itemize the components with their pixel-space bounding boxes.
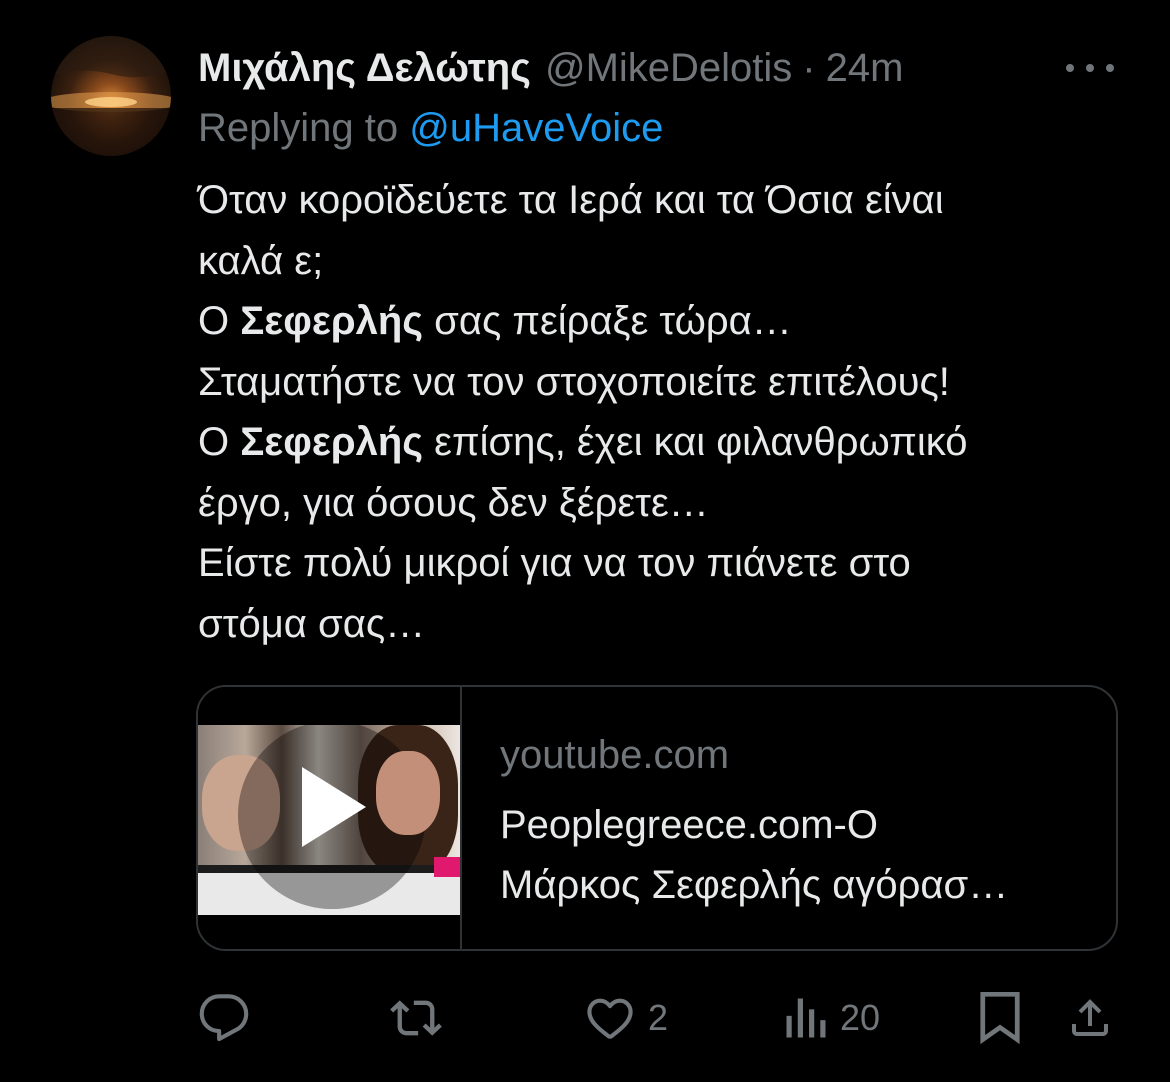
- card-text[interactable]: youtube.com Peoplegreece.com-Ο Μάρκος Σε…: [462, 687, 1080, 949]
- text-segment: επίσης, έχει και φιλανθρωπικό: [423, 420, 968, 464]
- bold-name: Σεφερλής: [240, 299, 424, 343]
- link-preview-card[interactable]: youtube.com Peoplegreece.com-Ο Μάρκος Σε…: [196, 685, 1118, 951]
- replying-to: Replying to @uHaveVoice: [198, 106, 663, 151]
- reply-mention-link[interactable]: @uHaveVoice: [409, 106, 663, 150]
- tweet-text: Όταν κοροϊδεύετε τα Ιερά και τα Όσια είν…: [198, 170, 1128, 654]
- card-domain: youtube.com: [500, 733, 730, 777]
- like-button[interactable]: 2: [584, 988, 668, 1048]
- retweet-icon: [390, 1000, 442, 1036]
- action-bar: 2 20: [0, 988, 1170, 1048]
- tweet-text-line: Όταν κοροϊδεύετε τα Ιερά και τα Όσια είν…: [198, 178, 944, 222]
- views-button[interactable]: 20: [784, 988, 880, 1048]
- bold-name: Σεφερλής: [240, 420, 424, 464]
- tweet-text-line: Σταματήστε να τον στοχοποιείτε επιτέλους…: [198, 359, 950, 404]
- tweet-text-line: καλά ε;: [198, 238, 324, 283]
- text-segment: σας πείραξε τώρα…: [423, 299, 792, 343]
- reply-icon: [199, 994, 249, 1042]
- views-count: 20: [840, 997, 881, 1038]
- bookmark-icon: [980, 991, 1020, 1045]
- display-name[interactable]: Μιχάλης Δελώτης: [198, 46, 531, 91]
- tweet-header: Μιχάλης Δελώτης @MikeDelotis · 24m: [198, 40, 903, 96]
- avatar[interactable]: [51, 36, 171, 156]
- tweet-text-line: έργο, για όσους δεν ξέρετε…: [198, 480, 709, 525]
- more-icon[interactable]: [1066, 60, 1114, 76]
- separator-dot: ·: [802, 45, 816, 90]
- avatar-sunset-image: [51, 36, 171, 156]
- text-segment: Ο: [198, 420, 241, 464]
- user-handle[interactable]: @MikeDelotis: [545, 46, 792, 91]
- share-icon: [1072, 999, 1108, 1036]
- retweet-button[interactable]: [388, 988, 456, 1048]
- like-count: 2: [648, 997, 669, 1038]
- share-button[interactable]: [1066, 988, 1114, 1048]
- card-title-line: Peoplegreece.com-Ο: [500, 803, 878, 847]
- card-title: Peoplegreece.com-Ο Μάρκος Σεφερλής αγόρα…: [500, 795, 1080, 915]
- tweet-text-line: Είστε πολύ μικροί για να τον πιάνετε στο: [198, 541, 911, 585]
- tweet[interactable]: Μιχάλης Δελώτης @MikeDelotis · 24m Reply…: [0, 0, 1170, 1082]
- tweet-text-line: Ο Σεφερλής επίσης, έχει και φιλανθρωπικό: [198, 412, 1128, 473]
- tweet-text-line: Ο Σεφερλής σας πείραξε τώρα…: [198, 291, 1128, 352]
- views-icon: [786, 998, 826, 1038]
- tweet-text-line: στόμα σας…: [198, 601, 426, 646]
- text-segment: Ο: [198, 299, 241, 343]
- card-title-line: Μάρκος Σεφερλής αγόρασ…: [500, 863, 1009, 907]
- timestamp[interactable]: 24m: [826, 46, 904, 91]
- bookmark-button[interactable]: [978, 988, 1022, 1048]
- replying-to-label: Replying to: [198, 106, 399, 150]
- reply-button[interactable]: [198, 988, 250, 1048]
- video-thumbnail[interactable]: [198, 687, 462, 949]
- heart-icon: [587, 998, 633, 1039]
- play-icon[interactable]: [302, 767, 366, 847]
